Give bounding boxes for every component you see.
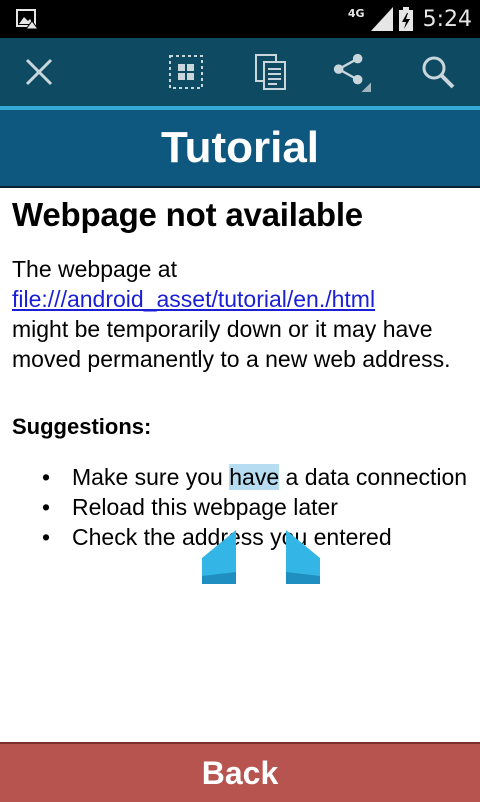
signal-icon	[370, 7, 393, 31]
suggestions-list: Make sure you have a data connection Rel…	[12, 462, 470, 552]
back-button[interactable]: Back	[0, 742, 480, 802]
clock: 5:24	[422, 6, 472, 32]
intro-text: The webpage at	[12, 256, 177, 282]
message-text: might be temporarily down or it may have…	[12, 316, 451, 372]
back-label: Back	[201, 754, 279, 791]
page-title: Tutorial	[160, 123, 320, 172]
selection-start-handle[interactable]	[200, 528, 238, 586]
suggestion-text-after: a data connection	[279, 464, 468, 490]
select-all-button[interactable]	[166, 52, 206, 92]
search-icon	[422, 56, 455, 89]
error-heading: Webpage not available	[12, 196, 363, 233]
contextual-action-bar	[0, 38, 480, 110]
selected-text[interactable]: have	[229, 464, 280, 490]
suggestions-heading: Suggestions:	[12, 414, 152, 439]
list-item: Make sure you have a data connection	[12, 462, 470, 492]
network-type-label: 4G	[347, 6, 365, 20]
close-button[interactable]	[19, 52, 59, 92]
select-all-icon	[169, 55, 203, 89]
status-bar: 4G 5:24	[0, 0, 480, 38]
status-right: 4G 5:24	[348, 0, 472, 38]
webview-content[interactable]: Webpage not available The webpage at fil…	[12, 192, 470, 552]
copy-button[interactable]	[251, 52, 291, 92]
list-item: Reload this webpage later	[12, 492, 470, 522]
copy-icon	[255, 54, 286, 90]
share-icon	[333, 53, 371, 92]
title-bar: Tutorial	[0, 110, 480, 188]
close-icon	[25, 58, 53, 86]
selection-end-handle[interactable]	[284, 528, 322, 586]
suggestion-text-before: Make sure you	[72, 464, 230, 490]
error-message: The webpage at file:///android_asset/tut…	[12, 254, 470, 374]
image-notification-icon	[16, 9, 38, 29]
share-button[interactable]	[331, 52, 371, 92]
url-link[interactable]: file:///android_asset/tutorial/en./html	[12, 286, 375, 312]
search-button[interactable]	[418, 52, 458, 92]
list-item: Check the address you entered	[12, 522, 470, 552]
battery-charging-icon	[398, 7, 413, 31]
